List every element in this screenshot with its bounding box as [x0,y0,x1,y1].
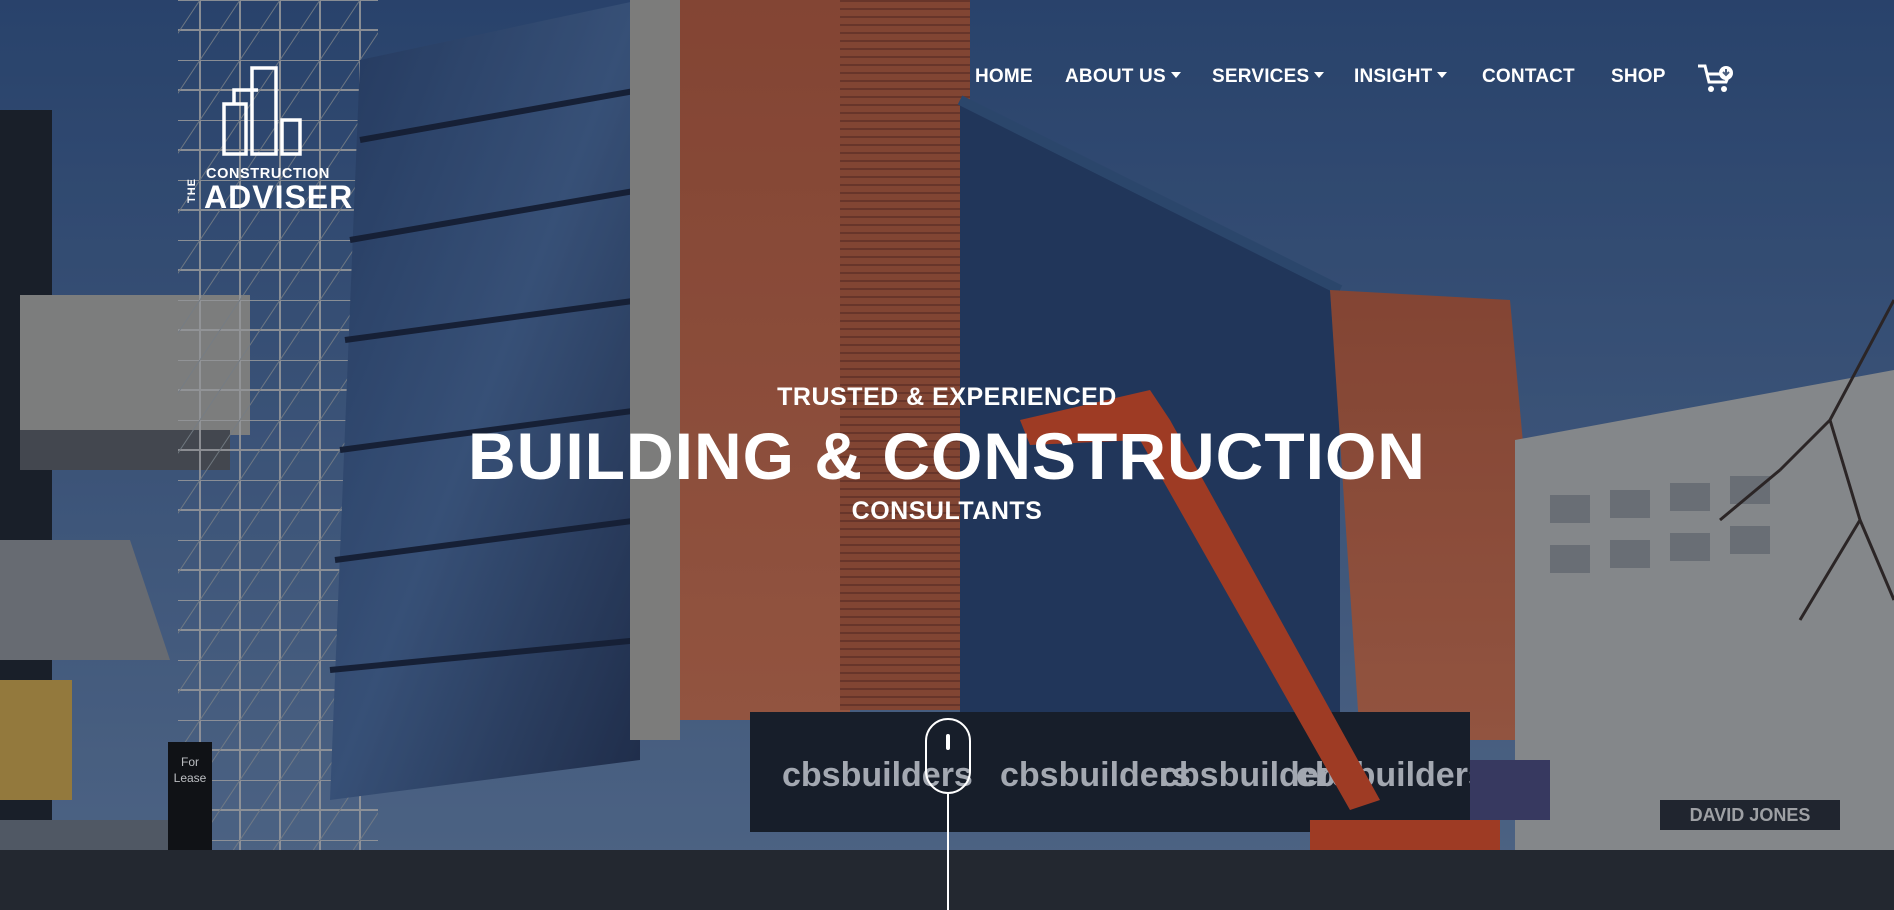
nav-shop-label: SHOP [1611,66,1666,87]
hero-subline: CONSULTANTS [851,497,1043,525]
nav-services-label: SERVICES [1212,66,1310,87]
nav-contact-label: CONTACT [1482,66,1575,87]
main-nav: HOME ABOUT US SERVICES INSIGHT CONTACT S… [0,60,1894,94]
mouse-scroll-icon[interactable] [925,718,971,794]
nav-about-us-label: ABOUT US [1065,66,1166,87]
chevron-down-icon [1437,71,1448,78]
scroll-wheel [946,734,950,750]
nav-insight[interactable]: INSIGHT [1354,60,1448,94]
nav-insight-label: INSIGHT [1354,66,1433,87]
hero-kicker: TRUSTED & EXPERIENCED [777,383,1117,411]
nav-home[interactable]: HOME [975,60,1033,94]
nav-contact[interactable]: CONTACT [1482,60,1575,94]
nav-home-label: HOME [975,66,1033,87]
hero-headline: BUILDING & CONSTRUCTION [468,419,1426,493]
cart-icon [1698,64,1733,92]
logo-adviser-text: ADVISER [204,179,354,215]
scroll-line [947,794,949,910]
nav-shop[interactable]: SHOP [1611,60,1666,94]
cart-button[interactable] [1696,60,1736,94]
chevron-down-icon [1314,71,1325,78]
logo-the-text: THE [186,178,198,204]
nav-services[interactable]: SERVICES [1212,60,1325,94]
chevron-down-icon [1170,71,1181,78]
nav-about-us[interactable]: ABOUT US [1065,60,1181,94]
hero-section: DAVID JONES cbsbuilders cbsbuilders cbsb… [0,0,1894,910]
